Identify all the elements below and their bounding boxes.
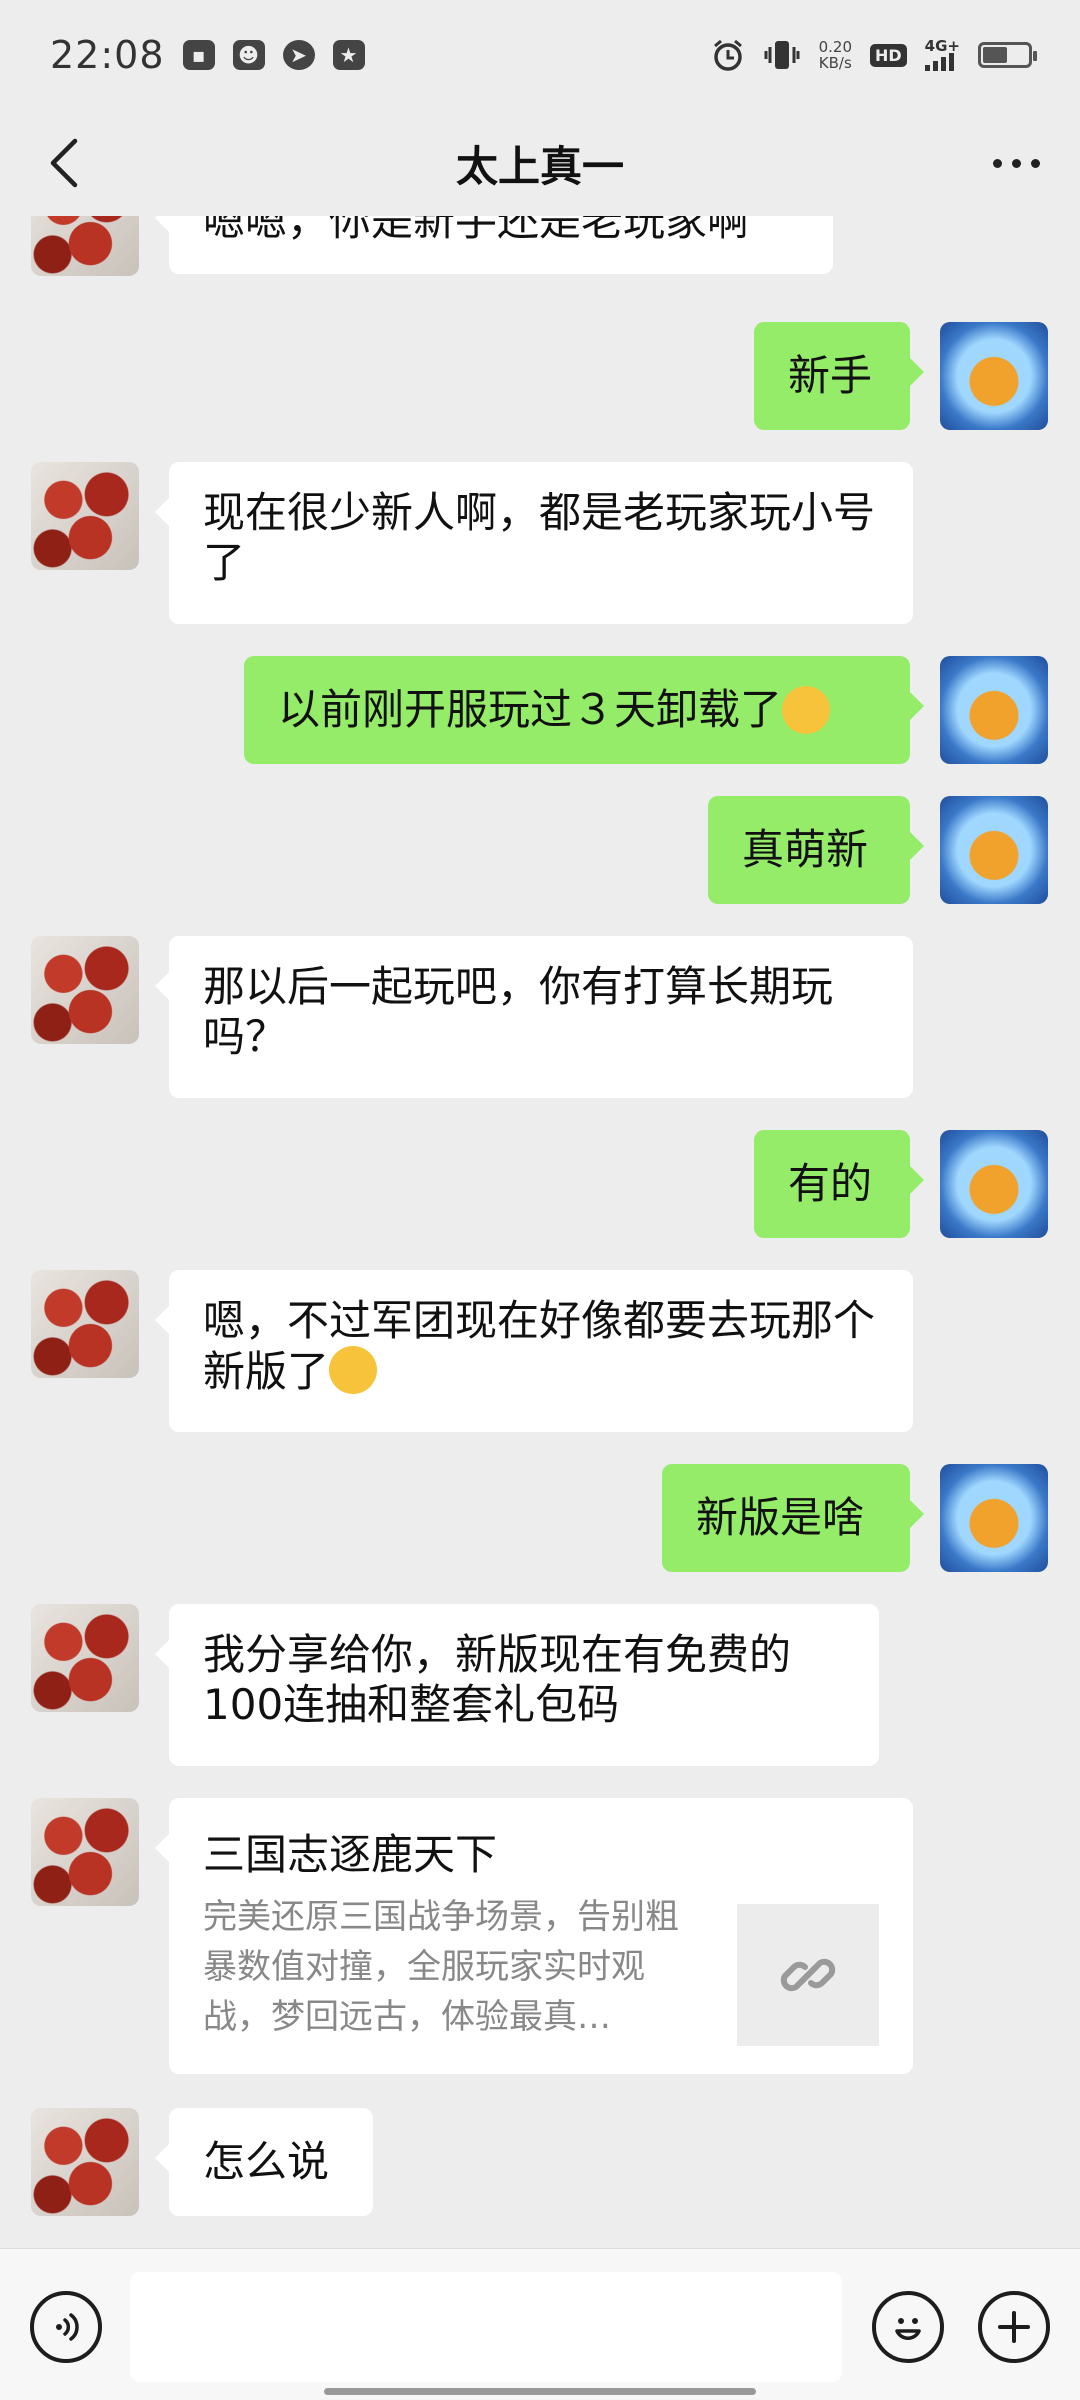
contact-avatar[interactable] [31,1270,139,1378]
notification-app-icon: ▪ [182,40,215,70]
chevron-left-icon [50,138,78,188]
link-icon [780,1958,836,1992]
net-speed-value: 0.20 [818,38,852,56]
status-left: 22:08 ▪ ☻ ➤ ★ [50,33,365,77]
more-dot [992,158,1002,168]
status-right: 0.20 KB/s HD 4G+ [711,37,1037,72]
more-dot [1030,158,1040,168]
message-bubble[interactable]: 嗯嗯，你是新手还是老玩家啊 [155,216,833,274]
more-button[interactable] [976,128,1056,198]
battery-fill [983,47,1008,63]
voice-icon [56,2313,79,2341]
link-card-title: 三国志逐鹿天下 [203,1830,498,1879]
link-card-body: 完美还原三国战争场景，告别粗暴数值对撞，全服玩家实时观战，梦回远古，体验最真… [203,1892,879,2046]
contact-avatar[interactable] [31,216,139,276]
contact-avatar[interactable] [31,936,139,1044]
hd-badge: HD [870,43,907,67]
battery-icon [978,42,1037,68]
status-bar: 22:08 ▪ ☻ ➤ ★ 0.20 KB/s HD 4G+ [0,0,1080,110]
message-bubble[interactable]: 现在很少新人啊，都是老玩家玩小号了 [155,462,913,624]
notification-star-icon: ★ [332,40,365,70]
more-dot [1011,158,1021,168]
back-button[interactable] [30,128,100,198]
vibrate-icon [764,41,800,69]
net-speed-unit: KB/s [818,54,852,72]
notification-game-icon: ☻ [232,40,265,70]
chat-header: 太上真一 [0,110,1080,216]
message-text: 以前刚开服玩过３天卸载了 [278,685,783,734]
message-bubble[interactable]: 以前刚开服玩过３天卸载了 [244,656,924,764]
my-avatar[interactable] [940,1130,1048,1238]
signal-indicator: 4G+ [924,37,960,71]
contact-avatar[interactable] [31,462,139,570]
message-list[interactable]: 嗯嗯，你是新手还是老玩家啊 新手 现在很少新人啊，都是老玩家玩小号了 以前刚开服… [0,216,1080,2248]
voice-button[interactable] [30,2291,102,2363]
message-input[interactable] [130,2272,842,2382]
network-type: 4G+ [924,37,960,55]
message-text-content: 嗯，不过军团现在好像都要去玩那个新版了 [203,1296,876,1396]
emoji-button[interactable] [872,2291,944,2363]
crying-laughing-emoji-icon [782,686,831,734]
message-bubble[interactable]: 我分享给你，新版现在有免费的100连抽和整套礼包码 [155,1604,879,1766]
signal-bars-icon [924,53,954,71]
link-card-thumbnail [737,1904,879,2046]
my-avatar[interactable] [940,322,1048,430]
plus-icon [998,2311,1030,2343]
contact-avatar[interactable] [31,1604,139,1712]
link-card-description: 完美还原三国战争场景，告别粗暴数值对撞，全服玩家实时观战，梦回远古，体验最真… [203,1897,679,2037]
my-avatar[interactable] [940,656,1048,764]
link-card[interactable]: 三国志逐鹿天下 完美还原三国战争场景，告别粗暴数值对撞，全服玩家实时观战，梦回远… [155,1798,913,2074]
clock: 22:08 [50,33,165,77]
more-actions-button[interactable] [978,2291,1050,2363]
my-avatar[interactable] [940,796,1048,904]
page-title: 太上真一 [455,141,624,191]
network-speed: 0.20 KB/s [819,39,852,71]
message-bubble[interactable]: 嗯，不过军团现在好像都要去玩那个新版了 [155,1270,913,1432]
message-bubble[interactable]: 怎么说 [155,2108,373,2216]
message-bubble[interactable]: 那以后一起玩吧，你有打算长期玩吗？ [155,936,913,1098]
alarm-icon [713,39,742,71]
chat-input-bar [0,2248,1080,2400]
contact-avatar[interactable] [31,2108,139,2216]
crying-laughing-emoji-icon [329,1346,378,1394]
my-avatar[interactable] [940,1464,1048,1572]
contact-avatar[interactable] [31,1798,139,1906]
message-bubble[interactable]: 新版是啥 [662,1464,924,1572]
emoji-icon [895,2318,921,2340]
message-text: 嗯，不过军团现在好像都要去玩那个新版了 [203,1296,879,1397]
message-bubble[interactable]: 真萌新 [708,796,924,904]
home-indicator[interactable] [324,2388,756,2395]
notification-compass-icon: ➤ [282,40,315,70]
message-bubble[interactable]: 有的 [754,1130,924,1238]
message-bubble[interactable]: 新手 [754,322,924,430]
